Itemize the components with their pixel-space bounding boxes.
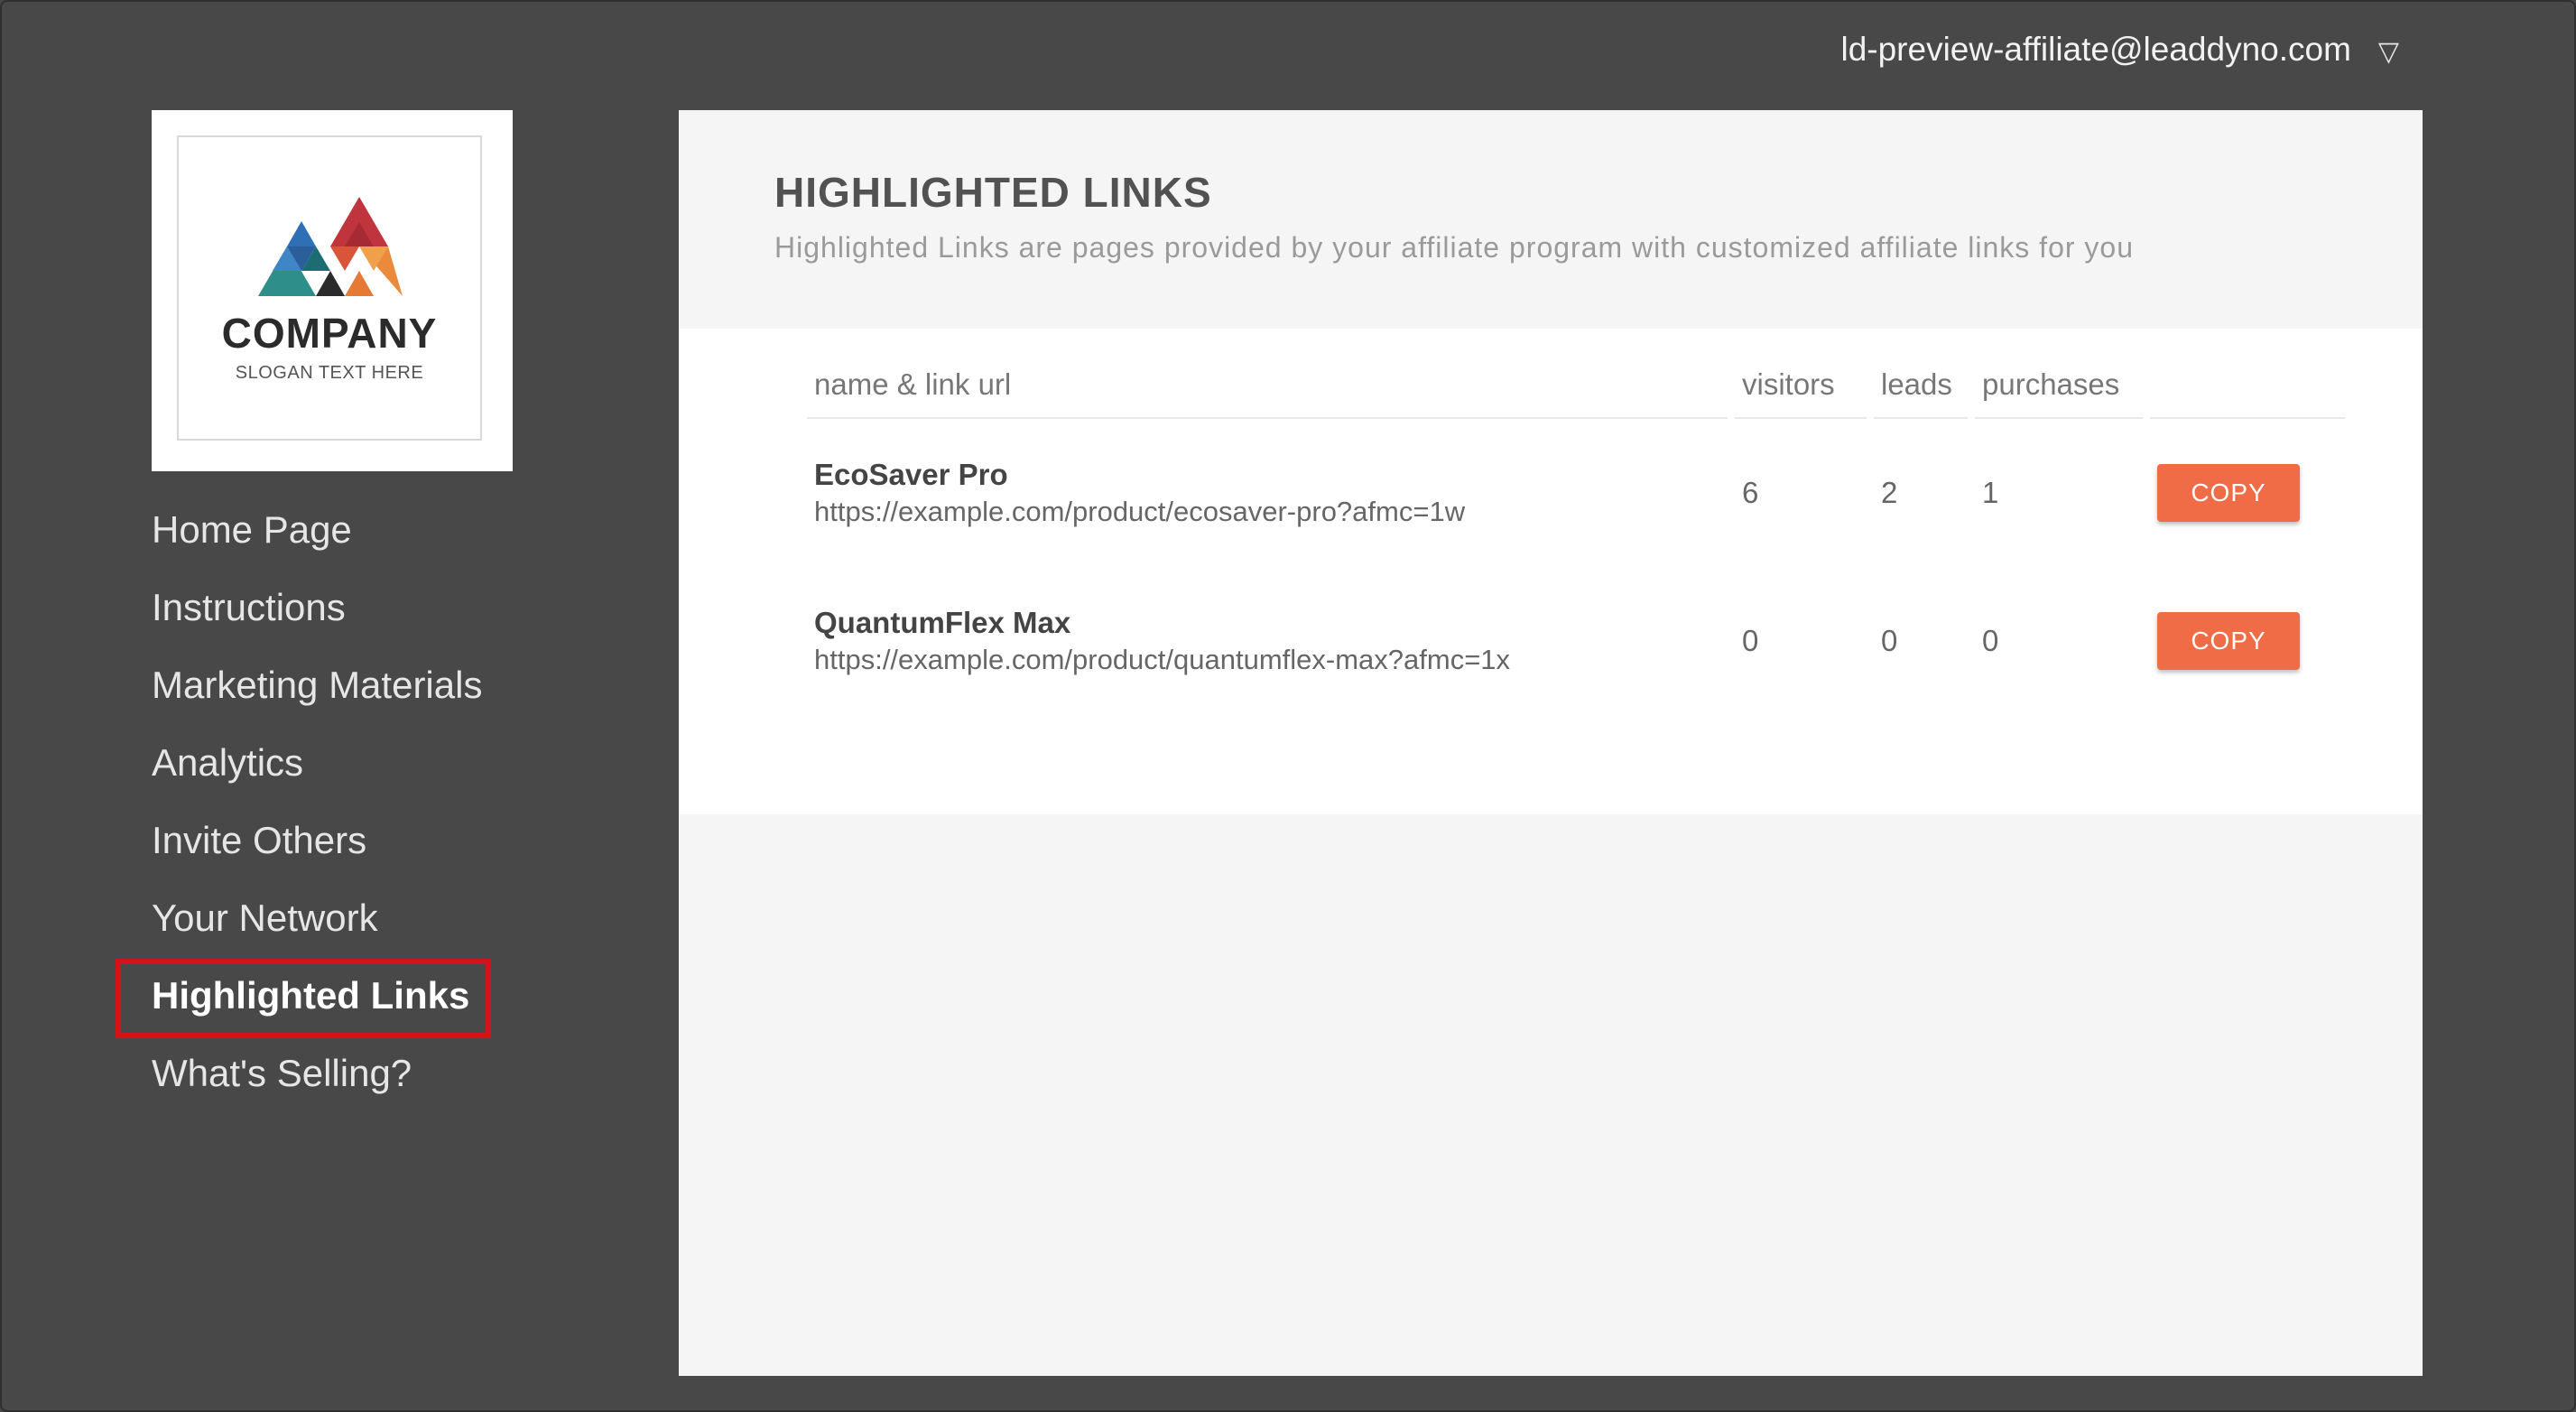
table-header-row: name & link url visitors leads purchases [807, 365, 2345, 419]
page-title: HIGHLIGHTED LINKS [774, 169, 1212, 216]
sidebar-item-your-network[interactable]: Your Network [152, 890, 482, 968]
copy-button[interactable]: COPY [2157, 612, 2300, 670]
sidebar-item-instructions[interactable]: Instructions [152, 580, 482, 657]
logo-name: COMPANY [221, 310, 438, 357]
company-logo: COMPANY SLOGAN TEXT HERE [152, 110, 513, 471]
sidebar-item-marketing-materials[interactable]: Marketing Materials [152, 657, 482, 735]
sidebar-nav: Home Page Instructions Marketing Materia… [152, 502, 482, 1123]
visitors-count: 6 [1742, 476, 1759, 509]
table-row: QuantumFlex Max https://example.com/prod… [807, 567, 2345, 715]
panel-header: HIGHLIGHTED LINKS Highlighted Links are … [679, 110, 2423, 329]
main-panel: HIGHLIGHTED LINKS Highlighted Links are … [679, 110, 2423, 1376]
action-cell: COPY [2150, 567, 2345, 715]
visitors-count: 0 [1742, 624, 1759, 657]
triangles-logo-icon [258, 197, 403, 296]
sidebar-item-whats-selling[interactable]: What's Selling? [152, 1045, 482, 1123]
purchases-count: 1 [1982, 476, 1999, 509]
column-header-action [2150, 365, 2345, 419]
page-subtitle: Highlighted Links are pages provided by … [774, 231, 2134, 264]
logo-slogan: SLOGAN TEXT HERE [235, 363, 424, 383]
links-table-container: name & link url visitors leads purchases… [679, 329, 2423, 814]
user-menu[interactable]: ld-preview-affiliate@leaddyno.com ▽ [1840, 31, 2399, 69]
sidebar-item-home-page[interactable]: Home Page [152, 502, 482, 580]
copy-button[interactable]: COPY [2157, 464, 2300, 522]
user-email: ld-preview-affiliate@leaddyno.com [1840, 31, 2351, 68]
sidebar-item-highlighted-links[interactable]: Highlighted Links [152, 968, 482, 1045]
link-url[interactable]: https://example.com/product/quantumflex-… [814, 642, 1720, 678]
sidebar-item-analytics[interactable]: Analytics [152, 735, 482, 813]
table-row: EcoSaver Pro https://example.com/product… [807, 419, 2345, 567]
action-cell: COPY [2150, 419, 2345, 567]
column-header-visitors: visitors [1735, 365, 1867, 419]
column-header-leads: leads [1874, 365, 1968, 419]
purchases-count: 0 [1982, 624, 1999, 657]
sidebar-item-invite-others[interactable]: Invite Others [152, 813, 482, 890]
link-cell: EcoSaver Pro https://example.com/product… [807, 419, 1728, 567]
column-header-name: name & link url [807, 365, 1728, 419]
leads-count: 2 [1881, 476, 1898, 509]
logo-frame: COMPANY SLOGAN TEXT HERE [177, 135, 482, 441]
leads-count: 0 [1881, 624, 1898, 657]
link-name: EcoSaver Pro [814, 458, 1008, 491]
link-url[interactable]: https://example.com/product/ecosaver-pro… [814, 494, 1720, 530]
highlighted-links-table: name & link url visitors leads purchases… [800, 365, 2352, 715]
link-cell: QuantumFlex Max https://example.com/prod… [807, 567, 1728, 715]
link-name: QuantumFlex Max [814, 606, 1071, 639]
column-header-purchases: purchases [1975, 365, 2143, 419]
caret-down-icon[interactable]: ▽ [2378, 36, 2399, 68]
